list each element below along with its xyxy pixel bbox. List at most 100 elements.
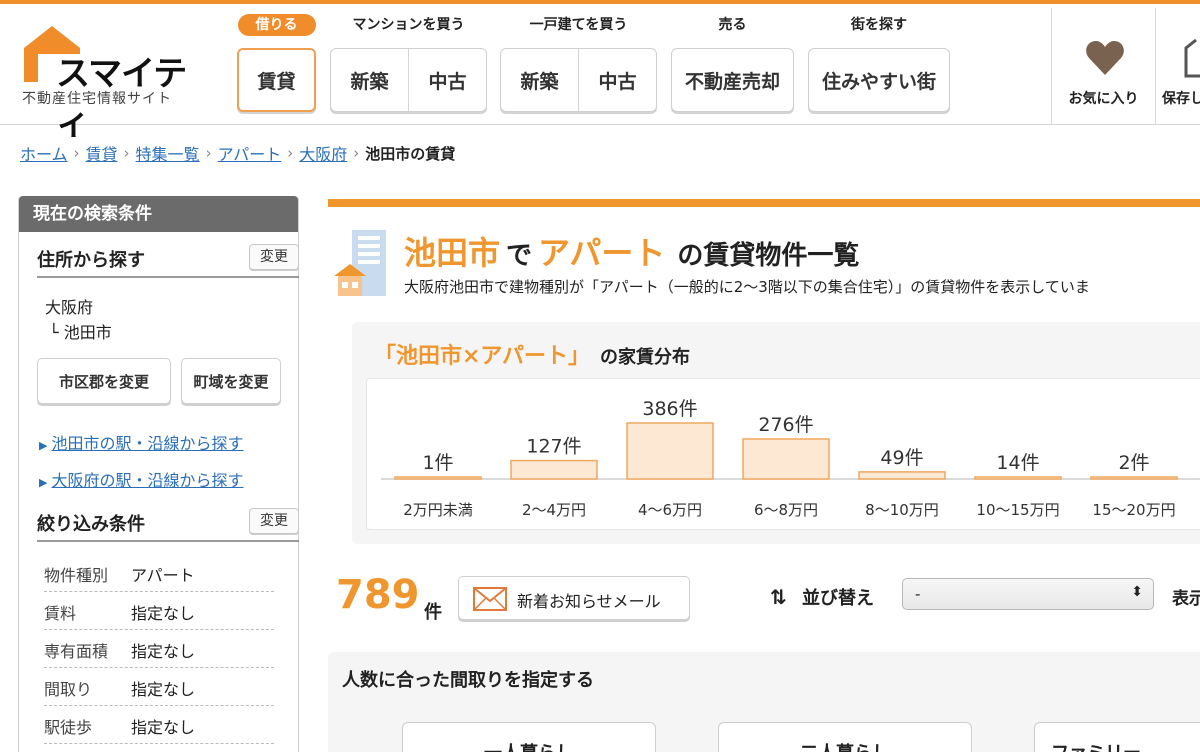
condition-row: 物件種別 アパート: [44, 554, 274, 592]
nav-house-buttons: 新築 中古: [500, 48, 657, 112]
rent-distribution-chart: 1件 2万円未満 127件 2〜4万円 386件 4〜6万円 276件 6〜8万円 49件 8〜1…: [366, 378, 1200, 530]
change-town-button[interactable]: 町域を変更: [181, 358, 281, 404]
breadcrumb-rent[interactable]: 賃貸: [86, 141, 118, 165]
envelope-icon: [473, 587, 507, 611]
nav-mansion-title: マンションを買う: [352, 17, 465, 33]
nav-house-new-button[interactable]: 新築: [501, 49, 578, 111]
chevron-right-icon: ›: [123, 144, 130, 162]
search-conditions-sidebar: 現在の検索条件 住所から探す 変更 大阪府 └ 池田市 市区郡を変更 町域を変更…: [18, 196, 299, 752]
condition-row: 駅徒歩 指定なし: [44, 706, 274, 744]
room-card-family[interactable]: ファミリー: [1034, 722, 1200, 752]
saved-label: 保存し: [1162, 91, 1200, 107]
result-count: 789: [336, 572, 420, 618]
room-card-label: ファミリー: [1051, 739, 1200, 752]
sort-arrows-icon: ⇅: [770, 585, 787, 609]
sort-label: 並び替え: [802, 588, 874, 609]
site-logo[interactable]: スマイティ 不動産住宅情報サイト: [22, 24, 212, 143]
city-text: └ 池田市: [49, 323, 112, 342]
breadcrumb-apartment[interactable]: アパート: [218, 141, 282, 165]
chart-category-label: 6〜8万円: [754, 501, 818, 519]
page-description: 大阪府池田市で建物種別が「アパート（一般的に2〜3階以下の集合住宅）」の賃貸物件…: [404, 278, 1090, 296]
chart-value-label: 386件: [642, 398, 697, 420]
favorites-label: お気に入り: [1068, 91, 1139, 107]
result-count-unit: 件: [424, 602, 442, 623]
breadcrumb-current: 池田市の賃貸: [365, 144, 456, 163]
room-card-single[interactable]: 一人暮らし: [402, 722, 656, 752]
sort-select-value: -: [915, 585, 921, 603]
new-listing-mail-button[interactable]: 新着お知らせメール: [458, 576, 690, 620]
nav-town-title: 街を探す: [851, 17, 907, 33]
rent-chart-svg: 1件 2万円未満 127件 2〜4万円 386件 4〜6万円 276件 6〜8万円 49件 8〜1…: [381, 398, 1200, 519]
chart-category-label: 4〜6万円: [638, 501, 702, 519]
condition-key: 専有面積: [44, 642, 109, 661]
chevron-right-icon: ›: [287, 144, 294, 162]
select-arrows-icon: ⬍: [1131, 584, 1143, 600]
rent-distribution-title: 「池田市×アパート」 の家賃分布: [374, 338, 690, 370]
site-header: スマイティ 不動産住宅情報サイト 借りる 賃貸 マンションを買う 新築 中古 一…: [0, 4, 1200, 143]
room-card-couple[interactable]: 二人暮らし: [718, 722, 972, 752]
nav-mansion: マンションを買う 新築 中古: [330, 14, 487, 124]
dist-title-highlight: 「池田市×アパート」: [374, 344, 590, 369]
logo-subtitle: 不動産住宅情報サイト: [22, 91, 172, 107]
change-city-button[interactable]: 市区郡を変更: [37, 358, 171, 404]
dist-title-rest: の家賃分布: [600, 347, 690, 368]
nav-rent: 借りる 賃貸: [237, 14, 316, 124]
filter-change-button[interactable]: 変更: [249, 508, 299, 534]
divider: [37, 540, 299, 542]
chart-category-label: 8〜10万円: [865, 501, 939, 519]
condition-row: 間取り 指定なし: [44, 668, 274, 706]
chart-value-label: 276件: [758, 414, 813, 436]
chart-category-label: 15〜20万円: [1092, 501, 1175, 519]
chart-value-label: 2件: [1118, 452, 1149, 474]
title-type: アパート: [538, 234, 666, 272]
chart-category-label: 10〜15万円: [976, 501, 1059, 519]
nav-mansion-new-button[interactable]: 新築: [331, 49, 408, 111]
building-icon: [334, 230, 386, 296]
pref-station-link[interactable]: ▶ 大阪府の駅・沿線から探す: [39, 467, 243, 491]
condition-key: 物件種別: [44, 566, 109, 585]
main-accent-bar: [328, 199, 1200, 207]
condition-value: 指定なし: [131, 718, 196, 737]
nav-rent-button[interactable]: 賃貸: [239, 50, 314, 110]
nav-mansion-used-button[interactable]: 中古: [408, 49, 486, 111]
nav-sell-button[interactable]: 不動産売却: [672, 49, 793, 111]
condition-value: 指定なし: [131, 604, 196, 623]
room-card-label: 一人暮らし: [403, 739, 655, 752]
nav-rent-buttons: 賃貸: [237, 48, 316, 112]
address-change-button[interactable]: 変更: [249, 244, 299, 270]
breadcrumb-features[interactable]: 特集一覧: [136, 141, 200, 165]
address-title: 住所から探す: [37, 250, 145, 271]
chart-category-label: 2万円未満: [403, 501, 473, 519]
nav-house-title: 一戸建てを買う: [529, 17, 628, 33]
nav-town-buttons: 住みやすい街: [808, 48, 950, 112]
sort-select[interactable]: - ⬍: [902, 578, 1154, 610]
address-section-header: 住所から探す 変更: [37, 244, 299, 280]
condition-value: 指定なし: [131, 642, 196, 661]
breadcrumb-osaka[interactable]: 大阪府: [299, 141, 347, 165]
mail-button-label: 新着お知らせメール: [517, 592, 661, 611]
breadcrumb: ホーム › 賃貸 › 特集一覧 › アパート › 大阪府 › 池田市の賃貸: [20, 142, 455, 164]
favorites-link[interactable]: お気に入り: [1051, 8, 1155, 125]
title-rest: の賃貸物件一覧: [677, 241, 860, 271]
condition-value: アパート: [131, 566, 195, 585]
chart-value-label: 127件: [526, 436, 581, 458]
sidebar-header: 現在の検索条件: [19, 196, 298, 232]
nav-house-used-button[interactable]: 中古: [578, 49, 656, 111]
city-station-link[interactable]: ▶ 池田市の駅・沿線から探す: [39, 430, 243, 454]
nav-rent-title: 借りる: [237, 14, 316, 36]
chart-value-label: 1件: [422, 452, 453, 474]
nav-town-button[interactable]: 住みやすい街: [809, 49, 949, 111]
chart-bar: [394, 476, 482, 480]
title-city: 池田市: [404, 234, 501, 272]
breadcrumb-home[interactable]: ホーム: [20, 141, 68, 165]
filter-section-header: 絞り込み条件 変更: [37, 508, 299, 544]
condition-value: 指定なし: [131, 680, 196, 699]
title-de: で: [506, 241, 533, 271]
nav-sell: 売る 不動産売却: [671, 14, 794, 124]
saved-link[interactable]: 保存し: [1155, 8, 1200, 125]
triangle-right-icon: ▶: [39, 439, 48, 452]
chart-bar: [974, 476, 1062, 480]
room-card-label: 二人暮らし: [719, 739, 971, 752]
chevron-right-icon: ›: [353, 144, 360, 162]
divider: [37, 276, 299, 278]
